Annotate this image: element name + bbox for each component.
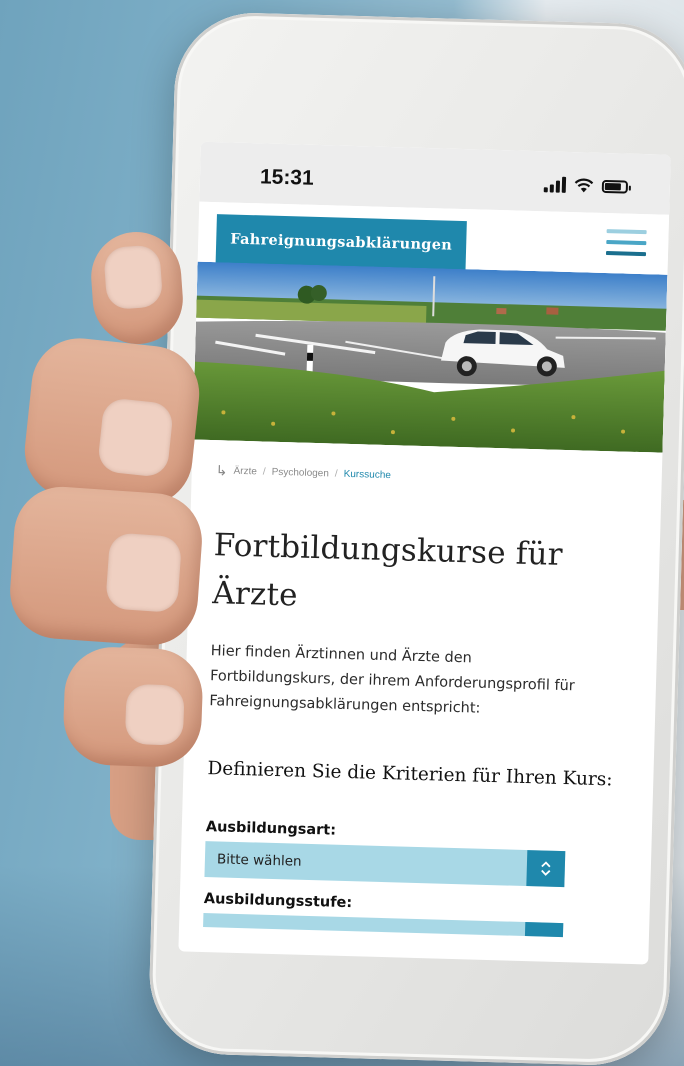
criteria-heading: Definieren Sie die Kriterien für Ihren K… (207, 758, 613, 791)
status-time: 15:31 (259, 165, 315, 190)
breadcrumb-separator: / (334, 468, 338, 480)
intro-line-2: Fortbildungskurs, der ihrem Anforderungs… (209, 668, 575, 695)
phone-screen: 15:31 Fahreignungsabklärungen ↳ Ärzte / … (178, 141, 671, 965)
breadcrumb-current[interactable]: Kurssuche (344, 469, 392, 481)
hand-little-finger (61, 645, 205, 769)
intro-line-3: Fahreignungsabklärungen entspricht: (209, 693, 481, 717)
main-content: ↳ Ärzte / Psychologen / Kurssuche Fortbi… (203, 462, 646, 939)
page-title-line-1: Fortbildungskurse für (213, 527, 564, 573)
hand-ring-finger (6, 483, 206, 649)
intro-line-1: Hier finden Ärztinnen und Ärzte den (210, 643, 473, 667)
intro-text: Hier finden Ärztinnen und Ärzte den Fort… (209, 639, 641, 726)
select-chevron-icon[interactable] (526, 850, 566, 888)
select-chevron-icon[interactable] (524, 922, 564, 938)
breadcrumb-item-aerzte[interactable]: Ärzte (233, 466, 257, 478)
signal-icon (543, 176, 567, 193)
hamburger-menu-icon[interactable] (605, 225, 647, 260)
page-title-line-2: Ärzte (211, 575, 299, 614)
road-scene-image (192, 261, 668, 453)
battery-icon (601, 179, 629, 194)
breadcrumb-arrow-icon: ↳ (215, 462, 228, 479)
ausbildungsart-select[interactable]: Bitte wählen (204, 841, 566, 888)
page-title: Fortbildungskurse für Ärzte (212, 521, 645, 629)
hand-middle-finger (20, 333, 204, 511)
phone-device: 15:31 Fahreignungsabklärungen ↳ Ärzte / … (147, 10, 684, 1066)
ausbildungsart-selected-value: Bitte wählen (216, 851, 302, 870)
hero-image (192, 261, 668, 453)
breadcrumb: ↳ Ärzte / Psychologen / Kurssuche (216, 462, 646, 491)
breadcrumb-separator: / (262, 466, 266, 478)
wifi-icon (574, 178, 594, 193)
ausbildungsstufe-select[interactable] (203, 913, 564, 938)
status-icons (543, 173, 629, 197)
breadcrumb-item-psychologen[interactable]: Psychologen (271, 467, 329, 480)
